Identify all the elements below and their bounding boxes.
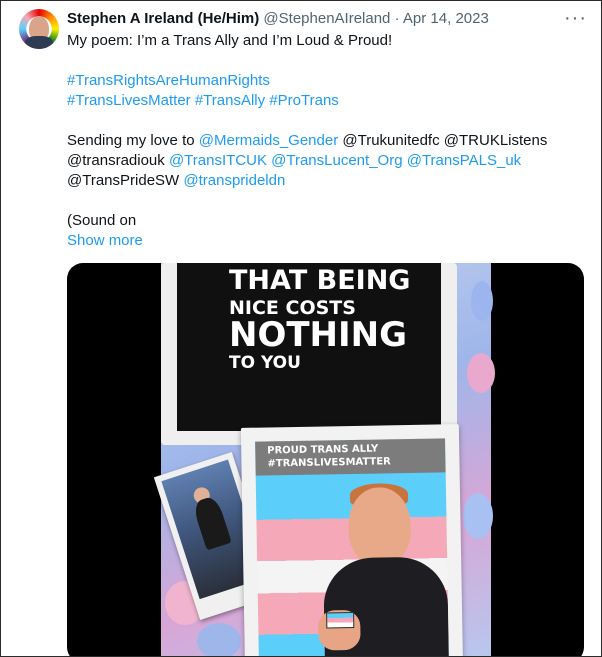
hashtag-line-1: #TransRightsAreHumanRights (67, 71, 270, 91)
mention-link[interactable]: @TransITCUK (169, 152, 267, 169)
mention-text: @transradiouk (67, 152, 165, 169)
show-more-link[interactable]: Show more (67, 231, 143, 251)
hashtag-link[interactable]: #ProTrans (269, 92, 338, 109)
poster-black-panel: THAT BEING NICE COSTS NOTHING TO YOU (177, 263, 441, 431)
mention-text: @Trukunitedfc (342, 132, 440, 149)
poster-card: THAT BEING NICE COSTS NOTHING TO YOU (161, 263, 457, 445)
small-photo-figure (191, 494, 232, 551)
mention-link[interactable]: @TransPALS_uk (407, 152, 521, 169)
hashtag-link[interactable]: #TransLivesMatter (67, 92, 191, 109)
more-options-icon[interactable]: ··· (564, 8, 587, 28)
mention-link[interactable]: @TransLucent_Org (271, 152, 402, 169)
mention-text: @TransPrideSW (67, 172, 180, 189)
decor-bubble (471, 281, 493, 321)
sound-text: (Sound on (67, 212, 137, 229)
polaroid-photo: PROUD TRANS ALLY #TRANSLIVESMATTER (255, 438, 450, 656)
person-head (347, 486, 412, 567)
tweet-media[interactable]: THAT BEING NICE COSTS NOTHING TO YOU PRO… (67, 263, 584, 656)
tweet-card[interactable]: Stephen A Ireland (He/Him) @StephenAIrel… (0, 0, 602, 657)
mentions-line-1: Sending my love to @Mermaids_Gender @Tru… (67, 131, 547, 151)
separator-dot: · (394, 10, 400, 27)
mentions-line-3: @TransPrideSW @transprideldn (67, 171, 285, 191)
poster-line: THAT BEING (229, 265, 411, 296)
mentions-line-2: @transradiouk @TransITCUK @TransLucent_O… (67, 151, 521, 171)
hashtag-link[interactable]: #TransRightsAreHumanRights (67, 72, 270, 89)
caption-line: #TRANSLIVESMATTER (267, 456, 391, 470)
trans-flag-pin (326, 611, 355, 629)
user-handle[interactable]: @StephenAIreland (263, 10, 390, 27)
sending-text: Sending my love to (67, 132, 195, 149)
display-name[interactable]: Stephen A Ireland (He/Him) (67, 10, 259, 27)
mention-text: @TRUKListens (443, 132, 548, 149)
caption-box: PROUD TRANS ALLY #TRANSLIVESMATTER (255, 438, 446, 476)
caption-line: PROUD TRANS ALLY (267, 443, 379, 457)
decor-bubble (197, 623, 241, 656)
mention-link[interactable]: @Mermaids_Gender (199, 132, 338, 149)
hashtag-line-2: #TransLivesMatter #TransAlly #ProTrans (67, 91, 339, 111)
hashtag-link[interactable]: #TransAlly (195, 92, 265, 109)
poster-line: NOTHING (229, 315, 408, 355)
avatar-body (25, 36, 53, 49)
mention-link[interactable]: @transprideldn (183, 172, 285, 189)
decor-bubble (467, 353, 495, 393)
decor-bubble (463, 493, 493, 539)
tweet-date[interactable]: Apr 14, 2023 (403, 10, 489, 27)
poster-line: TO YOU (229, 353, 301, 373)
tweet-text-line: My poem: I’m a Trans Ally and I’m Loud &… (67, 32, 393, 49)
avatar[interactable] (19, 9, 59, 49)
tweet-header: Stephen A Ireland (He/Him) @StephenAIrel… (67, 10, 489, 27)
polaroid-card: PROUD TRANS ALLY #TRANSLIVESMATTER (240, 424, 464, 656)
